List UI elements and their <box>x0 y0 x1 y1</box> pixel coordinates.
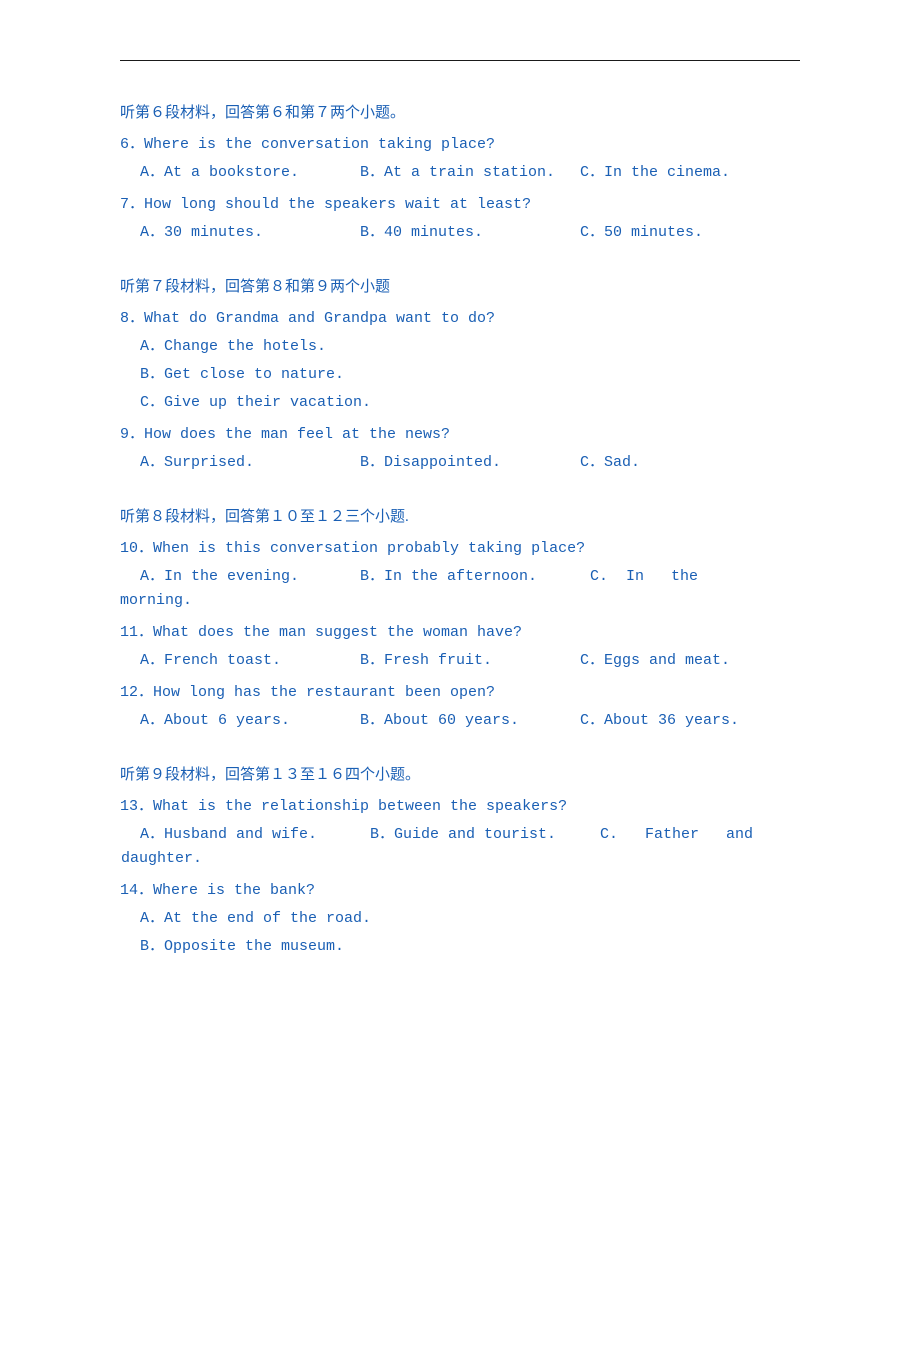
q13-option-a: A．Husband and wife. <box>140 823 370 847</box>
q11-option-c: C．Eggs and meat. <box>580 649 800 673</box>
q12-option-a: A．About 6 years. <box>140 709 360 733</box>
question-11-options: A．French toast. B．Fresh fruit. C．Eggs an… <box>140 649 800 673</box>
q14-option-a: A．At the end of the road. <box>140 907 800 931</box>
question-14-options: A．At the end of the road. B．Opposite the… <box>120 907 800 959</box>
q10-option-c-partial: C. In the <box>590 565 698 589</box>
q11-option-b: B．Fresh fruit. <box>360 649 580 673</box>
q10-option-b: B．In the afternoon. <box>360 565 590 589</box>
q6-option-a: A．At a bookstore. <box>140 161 360 185</box>
question-6: 6．Where is the conversation taking place… <box>120 133 800 157</box>
q13-option-c-wrap: daughter. <box>121 847 800 871</box>
section-6: 听第６段材料，回答第６和第７两个小题。 6．Where is the conve… <box>120 101 800 245</box>
q9-option-a: A．Surprised. <box>140 451 360 475</box>
question-12-options: A．About 6 years. B．About 60 years. C．Abo… <box>140 709 800 733</box>
q10-option-a: A．In the evening. <box>140 565 360 589</box>
section-8: 听第８段材料，回答第１０至１２三个小题. 10．When is this con… <box>120 505 800 733</box>
q12-option-c: C．About 36 years. <box>580 709 800 733</box>
section-7: 听第７段材料，回答第８和第９两个小题 8．What do Grandma and… <box>120 275 800 475</box>
main-content: 听第６段材料，回答第６和第７两个小题。 6．Where is the conve… <box>0 61 920 1029</box>
section-6-header: 听第６段材料，回答第６和第７两个小题。 <box>120 101 800 125</box>
question-13: 13．What is the relationship between the … <box>120 795 800 819</box>
q10-option-c-wrap: morning. <box>120 589 800 613</box>
question-7-options: A．30 minutes. B．40 minutes. C．50 minutes… <box>140 221 800 245</box>
q9-option-b: B．Disappointed. <box>360 451 580 475</box>
question-6-options: A．At a bookstore. B．At a train station. … <box>140 161 800 185</box>
question-10-options: A．In the evening. B．In the afternoon. C.… <box>120 565 800 613</box>
section-9-header: 听第９段材料，回答第１３至１６四个小题。 <box>120 763 800 787</box>
q13-option-c-partial: C. Father and <box>600 823 753 847</box>
question-14: 14．Where is the bank? <box>120 879 800 903</box>
section-7-header: 听第７段材料，回答第８和第９两个小题 <box>120 275 800 299</box>
question-8: 8．What do Grandma and Grandpa want to do… <box>120 307 800 331</box>
q7-option-a: A．30 minutes. <box>140 221 360 245</box>
q6-option-c: C．In the cinema. <box>580 161 800 185</box>
q7-option-c: C．50 minutes. <box>580 221 800 245</box>
q12-option-b: B．About 60 years. <box>360 709 580 733</box>
question-13-options: A．Husband and wife. B．Guide and tourist.… <box>120 823 800 871</box>
q8-option-a: A．Change the hotels. <box>140 335 800 359</box>
q8-option-b: B．Get close to nature. <box>140 363 800 387</box>
section-9: 听第９段材料，回答第１３至１６四个小题。 13．What is the rela… <box>120 763 800 959</box>
q8-option-c: C．Give up their vacation. <box>140 391 800 415</box>
question-7: 7．How long should the speakers wait at l… <box>120 193 800 217</box>
question-9: 9．How does the man feel at the news? <box>120 423 800 447</box>
question-10: 10．When is this conversation probably ta… <box>120 537 800 561</box>
q11-option-a: A．French toast. <box>140 649 360 673</box>
q7-option-b: B．40 minutes. <box>360 221 580 245</box>
question-12: 12．How long has the restaurant been open… <box>120 681 800 705</box>
q13-option-b: B．Guide and tourist. <box>370 823 600 847</box>
q9-option-c: C．Sad. <box>580 451 800 475</box>
q14-option-b: B．Opposite the museum. <box>140 935 800 959</box>
question-9-options: A．Surprised. B．Disappointed. C．Sad. <box>140 451 800 475</box>
q6-option-b: B．At a train station. <box>360 161 580 185</box>
section-8-header: 听第８段材料，回答第１０至１２三个小题. <box>120 505 800 529</box>
question-11: 11．What does the man suggest the woman h… <box>120 621 800 645</box>
question-8-options: A．Change the hotels. B．Get close to natu… <box>120 335 800 415</box>
